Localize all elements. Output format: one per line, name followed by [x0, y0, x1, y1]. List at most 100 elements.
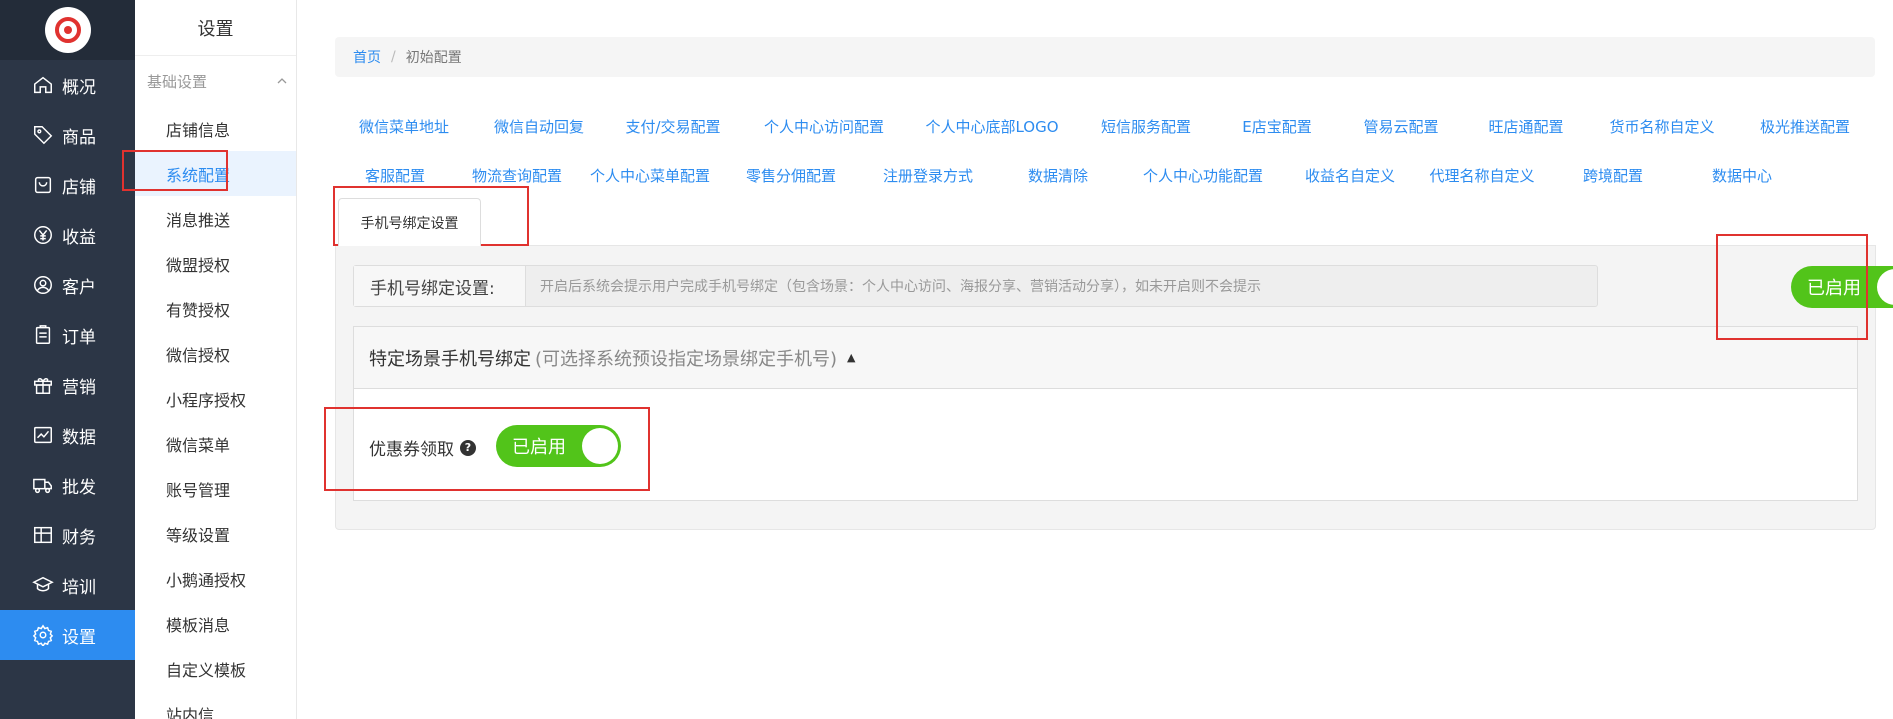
- breadcrumb-current: 初始配置: [405, 50, 462, 66]
- nav-item-settings[interactable]: 设置: [0, 610, 135, 660]
- shop-icon: [32, 174, 54, 196]
- nav-item-overview[interactable]: 概况: [0, 60, 135, 110]
- nav-item-shop[interactable]: 店铺: [0, 160, 135, 210]
- sidebar-item-weimob-auth[interactable]: 微盟授权: [135, 241, 296, 286]
- tab-profile-logo[interactable]: 个人中心底部LOGO: [907, 116, 1077, 137]
- breadcrumb-home[interactable]: 首页: [353, 47, 381, 67]
- nav-item-label: 店铺: [62, 177, 96, 198]
- nav-item-wholesale[interactable]: 批发: [0, 460, 135, 510]
- nav-item-training[interactable]: 培训: [0, 560, 135, 610]
- chevron-up-icon: [277, 78, 287, 84]
- scene-binding-hint: (可选择系统预设指定场景绑定手机号): [535, 348, 838, 370]
- scene-binding-panel: 特定场景手机号绑定 (可选择系统预设指定场景绑定手机号) ▲ 优惠券领取 ? 已…: [353, 326, 1858, 501]
- sidebar-item-template-message[interactable]: 模板消息: [135, 601, 296, 646]
- config-tabs-row-2: 客服配置 物流查询配置 个人中心菜单配置 零售分佣配置 注册登录方式 数据清除 …: [335, 165, 1875, 186]
- tab-logistics-query[interactable]: 物流查询配置: [455, 165, 579, 186]
- nav-item-marketing[interactable]: 营销: [0, 360, 135, 410]
- sidebar-item-inbox[interactable]: 站内信: [135, 691, 296, 719]
- nav-item-label: 商品: [62, 127, 96, 148]
- scene-binding-title: 特定场景手机号绑定: [369, 348, 531, 370]
- tag-icon: [32, 124, 54, 146]
- tab-jpush-config[interactable]: 极光推送配置: [1735, 116, 1875, 137]
- tab-profile-menu[interactable]: 个人中心菜单配置: [579, 165, 721, 186]
- sidebar-list: 店铺信息 系统配置 消息推送 微盟授权 有赞授权 微信授权 小程序授权 微信菜单…: [135, 106, 296, 719]
- phone-binding-panel: 手机号绑定设置: 开启后系统会提示用户完成手机号绑定（包含场景：个人中心访问、海…: [335, 245, 1893, 530]
- nav-item-order[interactable]: 订单: [0, 310, 135, 360]
- tab-cross-border[interactable]: 跨境配置: [1549, 165, 1677, 186]
- tab-income-name[interactable]: 收益名自定义: [1285, 165, 1415, 186]
- tab-profile-access[interactable]: 个人中心访问配置: [741, 116, 907, 137]
- config-tabs-row-1: 微信菜单地址 微信自动回复 支付/交易配置 个人中心访问配置 个人中心底部LOG…: [335, 116, 1875, 137]
- tab-currency-name[interactable]: 货币名称自定义: [1589, 116, 1735, 137]
- sidebar-item-shop-info[interactable]: 店铺信息: [135, 106, 296, 151]
- nav-item-income[interactable]: 收益: [0, 210, 135, 260]
- nav-item-label: 培训: [62, 577, 96, 598]
- nav-list: 概况 商品 店铺 收益 客户 订单 营销 数据 批发 财务 培训 设置: [0, 60, 135, 660]
- help-icon[interactable]: ?: [460, 439, 476, 456]
- sidebar-item-wechat-menu[interactable]: 微信菜单: [135, 421, 296, 466]
- breadcrumb-separator: /: [391, 49, 396, 65]
- truck-icon: [32, 474, 54, 496]
- tab-customer-service[interactable]: 客服配置: [335, 165, 455, 186]
- ledger-icon: [32, 524, 54, 546]
- sidebar-item-xiaoe-auth[interactable]: 小鹅通授权: [135, 556, 296, 601]
- nav-item-data[interactable]: 数据: [0, 410, 135, 460]
- toggle-knob: [582, 428, 618, 464]
- toggle-label: 已启用: [1807, 278, 1861, 299]
- tab-guanyiyun-config[interactable]: 管易云配置: [1339, 116, 1463, 137]
- sidebar-item-miniprogram-auth[interactable]: 小程序授权: [135, 376, 296, 421]
- coupon-toggle[interactable]: 已启用: [496, 425, 621, 467]
- yen-icon: [32, 224, 54, 246]
- nav-item-customer[interactable]: 客户: [0, 260, 135, 310]
- nav-item-finance[interactable]: 财务: [0, 510, 135, 560]
- tab-phone-binding[interactable]: 手机号绑定设置: [338, 198, 481, 246]
- coupon-option-label: 优惠券领取: [369, 440, 454, 460]
- tab-data-center[interactable]: 数据中心: [1677, 165, 1807, 186]
- breadcrumb: 首页 / 初始配置: [335, 37, 1875, 77]
- main-content: 首页 / 初始配置 微信菜单地址 微信自动回复 支付/交易配置 个人中心访问配置…: [297, 0, 1893, 719]
- sidebar-group-basic[interactable]: 基础设置: [135, 56, 296, 106]
- sidebar-item-youzan-auth[interactable]: 有赞授权: [135, 286, 296, 331]
- sidebar-item-system-config[interactable]: 系统配置: [135, 151, 296, 196]
- sidebar-title: 设置: [135, 0, 296, 56]
- app-logo[interactable]: [44, 7, 91, 53]
- scene-binding-header[interactable]: 特定场景手机号绑定 (可选择系统预设指定场景绑定手机号) ▲: [354, 327, 1857, 389]
- phone-binding-toggle[interactable]: 已启用: [1791, 266, 1893, 308]
- phone-binding-description: 开启后系统会提示用户完成手机号绑定（包含场景：个人中心访问、海报分享、营销活动分…: [540, 279, 1261, 295]
- sidebar-item-level-settings[interactable]: 等级设置: [135, 511, 296, 556]
- logo-mark: [54, 17, 81, 43]
- gift-icon: [32, 374, 54, 396]
- sidebar-item-wechat-auth[interactable]: 微信授权: [135, 331, 296, 376]
- tab-sms-config[interactable]: 短信服务配置: [1077, 116, 1215, 137]
- phone-binding-addon: 手机号绑定设置:: [354, 266, 526, 306]
- nav-item-label: 批发: [62, 477, 96, 498]
- nav-item-label: 营销: [62, 377, 96, 398]
- sidebar-item-message-push[interactable]: 消息推送: [135, 196, 296, 241]
- tab-data-clear[interactable]: 数据清除: [995, 165, 1121, 186]
- tab-register-login[interactable]: 注册登录方式: [861, 165, 995, 186]
- coupon-option: 优惠券领取 ?: [369, 435, 476, 460]
- tab-retail-commission[interactable]: 零售分佣配置: [721, 165, 861, 186]
- toggle-label: 已启用: [512, 437, 566, 458]
- graduation-icon: [32, 574, 54, 596]
- nav-item-label: 财务: [62, 527, 96, 548]
- sidebar-item-custom-template[interactable]: 自定义模板: [135, 646, 296, 691]
- tab-wangdiantong-config[interactable]: 旺店通配置: [1463, 116, 1589, 137]
- user-icon: [32, 274, 54, 296]
- sidebar-group-label: 基础设置: [147, 72, 208, 91]
- tab-wechat-auto-reply[interactable]: 微信自动回复: [473, 116, 605, 137]
- settings-sidebar: 设置 基础设置 店铺信息 系统配置 消息推送 微盟授权 有赞授权 微信授权 小程…: [135, 0, 297, 719]
- phone-binding-input-group: 手机号绑定设置: 开启后系统会提示用户完成手机号绑定（包含场景：个人中心访问、海…: [353, 265, 1598, 307]
- tab-profile-features[interactable]: 个人中心功能配置: [1121, 165, 1285, 186]
- nav-item-label: 订单: [62, 327, 96, 348]
- tab-agent-name[interactable]: 代理名称自定义: [1415, 165, 1549, 186]
- tab-edianbao-config[interactable]: E店宝配置: [1215, 116, 1339, 137]
- nav-item-goods[interactable]: 商品: [0, 110, 135, 160]
- tab-payment-config[interactable]: 支付/交易配置: [605, 116, 741, 137]
- scene-binding-body: 优惠券领取 ? 已启用: [354, 389, 1857, 501]
- main-nav: 概况 商品 店铺 收益 客户 订单 营销 数据 批发 财务 培训 设置: [0, 0, 135, 719]
- caret-up-icon: ▲: [847, 351, 856, 364]
- sidebar-item-account-manage[interactable]: 账号管理: [135, 466, 296, 511]
- tab-wechat-menu-url[interactable]: 微信菜单地址: [335, 116, 473, 137]
- home-icon: [32, 74, 54, 96]
